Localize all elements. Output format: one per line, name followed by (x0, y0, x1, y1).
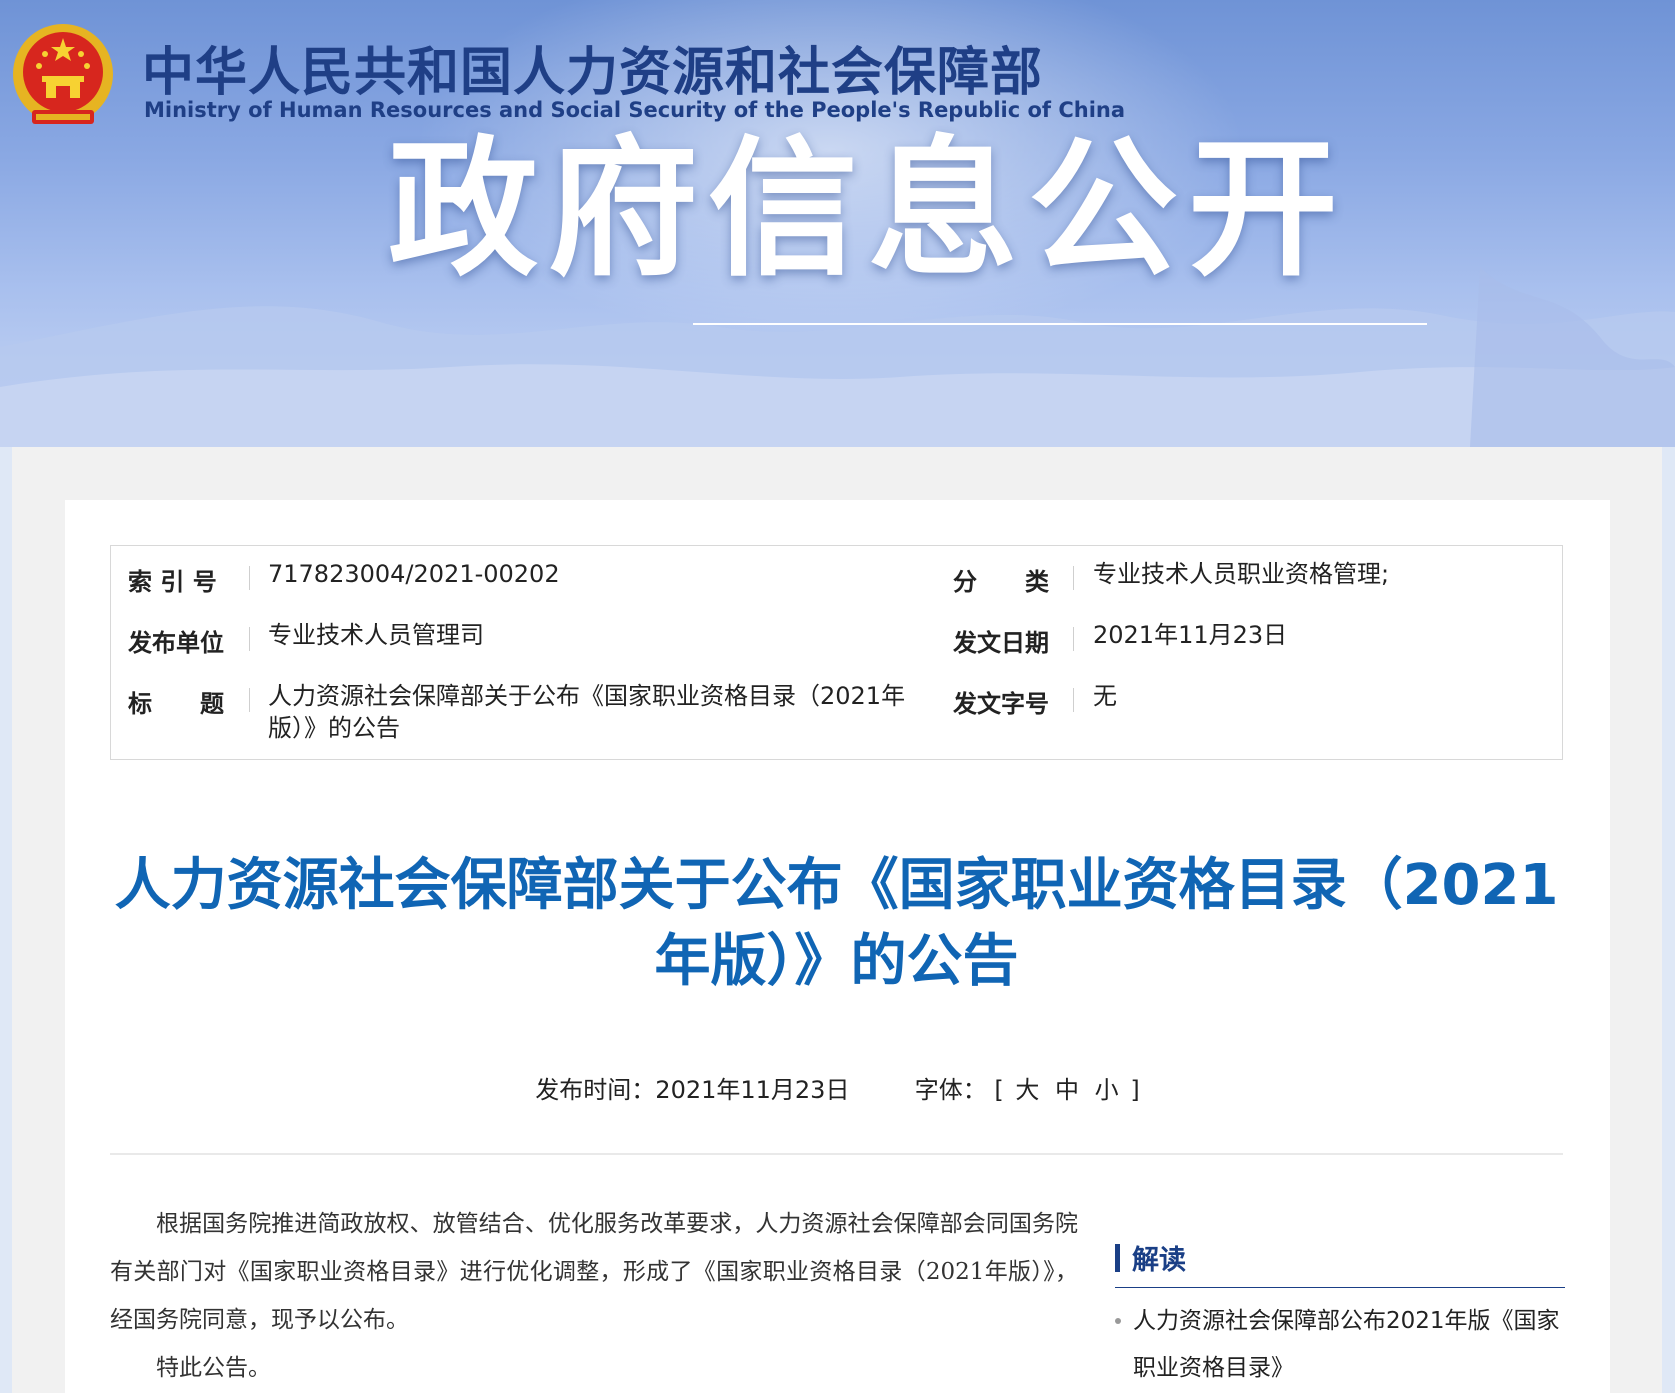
meta-separator (1073, 566, 1074, 590)
interpretation-header: 解读 (1115, 1238, 1565, 1288)
ministry-name-en: Ministry of Human Resources and Social S… (144, 98, 1126, 122)
publish-info-bar: 发布时间：2021年11月23日 字体： [ 大 中 小 ] (0, 1070, 1675, 1105)
meta-issuer-label: 发布单位 (128, 629, 224, 657)
banner-title: 政府信息公开 (388, 123, 1349, 297)
interpretation-list: 人力资源社会保障部公布2021年版《国家职业资格目录》 (1115, 1298, 1565, 1392)
meta-docno-value: 无 (1093, 682, 1117, 710)
meta-date-value: 2021年11月23日 (1093, 621, 1288, 649)
header-banner: 中华人民共和国人力资源和社会保障部 Ministry of Human Reso… (0, 0, 1675, 447)
national-emblem-icon (13, 24, 113, 124)
font-medium-button[interactable]: 中 (1051, 1070, 1083, 1105)
meta-title-value: 人力资源社会保障部关于公布《国家职业资格目录（2021年版）》的公告 (268, 682, 906, 742)
meta-date-label: 发文日期 (953, 629, 1049, 657)
bullet-icon (1115, 1318, 1121, 1324)
interpretation-link[interactable]: 人力资源社会保障部公布2021年版《国家职业资格目录》 (1115, 1298, 1565, 1392)
banner-underline (693, 323, 1427, 325)
meta-docno-label: 发文字号 (953, 690, 1049, 718)
font-bracket-open: [ (994, 1076, 1004, 1104)
meta-separator (1073, 688, 1074, 712)
font-size-label: 字体： (914, 1076, 987, 1104)
font-small-button[interactable]: 小 (1091, 1070, 1123, 1105)
meta-separator (249, 566, 250, 590)
publish-time-label: 发布时间： (535, 1076, 656, 1104)
body-paragraph: 特此公告。 (156, 1355, 271, 1381)
ministry-name-cn: 中华人民共和国人力资源和社会保障部 (142, 43, 1044, 103)
meta-separator (249, 627, 250, 651)
meta-issuer-value: 专业技术人员管理司 (268, 621, 484, 649)
article-body: 根据国务院推进简政放权、放管结合、优化服务改革要求，人力资源社会保障部会同国务院… (110, 1200, 1078, 1392)
meta-title-label: 标 题 (128, 690, 224, 718)
publish-time-value: 2021年11月23日 (655, 1076, 850, 1104)
meta-separator (1073, 627, 1074, 651)
meta-index-label: 索 引 号 (128, 568, 217, 596)
meta-separator (249, 688, 250, 712)
accent-bar (1115, 1243, 1120, 1272)
body-paragraph: 根据国务院推进简政放权、放管结合、优化服务改革要求，人力资源社会保障部会同国务院… (110, 1211, 1078, 1333)
interpretation-link-label: 人力资源社会保障部公布2021年版《国家职业资格目录》 (1133, 1308, 1560, 1381)
meta-category-label: 分 类 (953, 568, 1049, 596)
document-meta-table: 索 引 号 717823004/2021-00202 分 类 专业技术人员职业资… (110, 545, 1563, 760)
meta-category-value: 专业技术人员职业资格管理; (1093, 560, 1390, 588)
content-divider (110, 1153, 1563, 1155)
font-bracket-close: ] (1130, 1076, 1140, 1104)
article-title: 人力资源社会保障部关于公布《国家职业资格目录（2021年版）》的公告 (114, 853, 1559, 994)
font-large-button[interactable]: 大 (1011, 1070, 1043, 1105)
interpretation-title: 解读 (1132, 1245, 1186, 1276)
meta-index-value: 717823004/2021-00202 (268, 560, 560, 588)
